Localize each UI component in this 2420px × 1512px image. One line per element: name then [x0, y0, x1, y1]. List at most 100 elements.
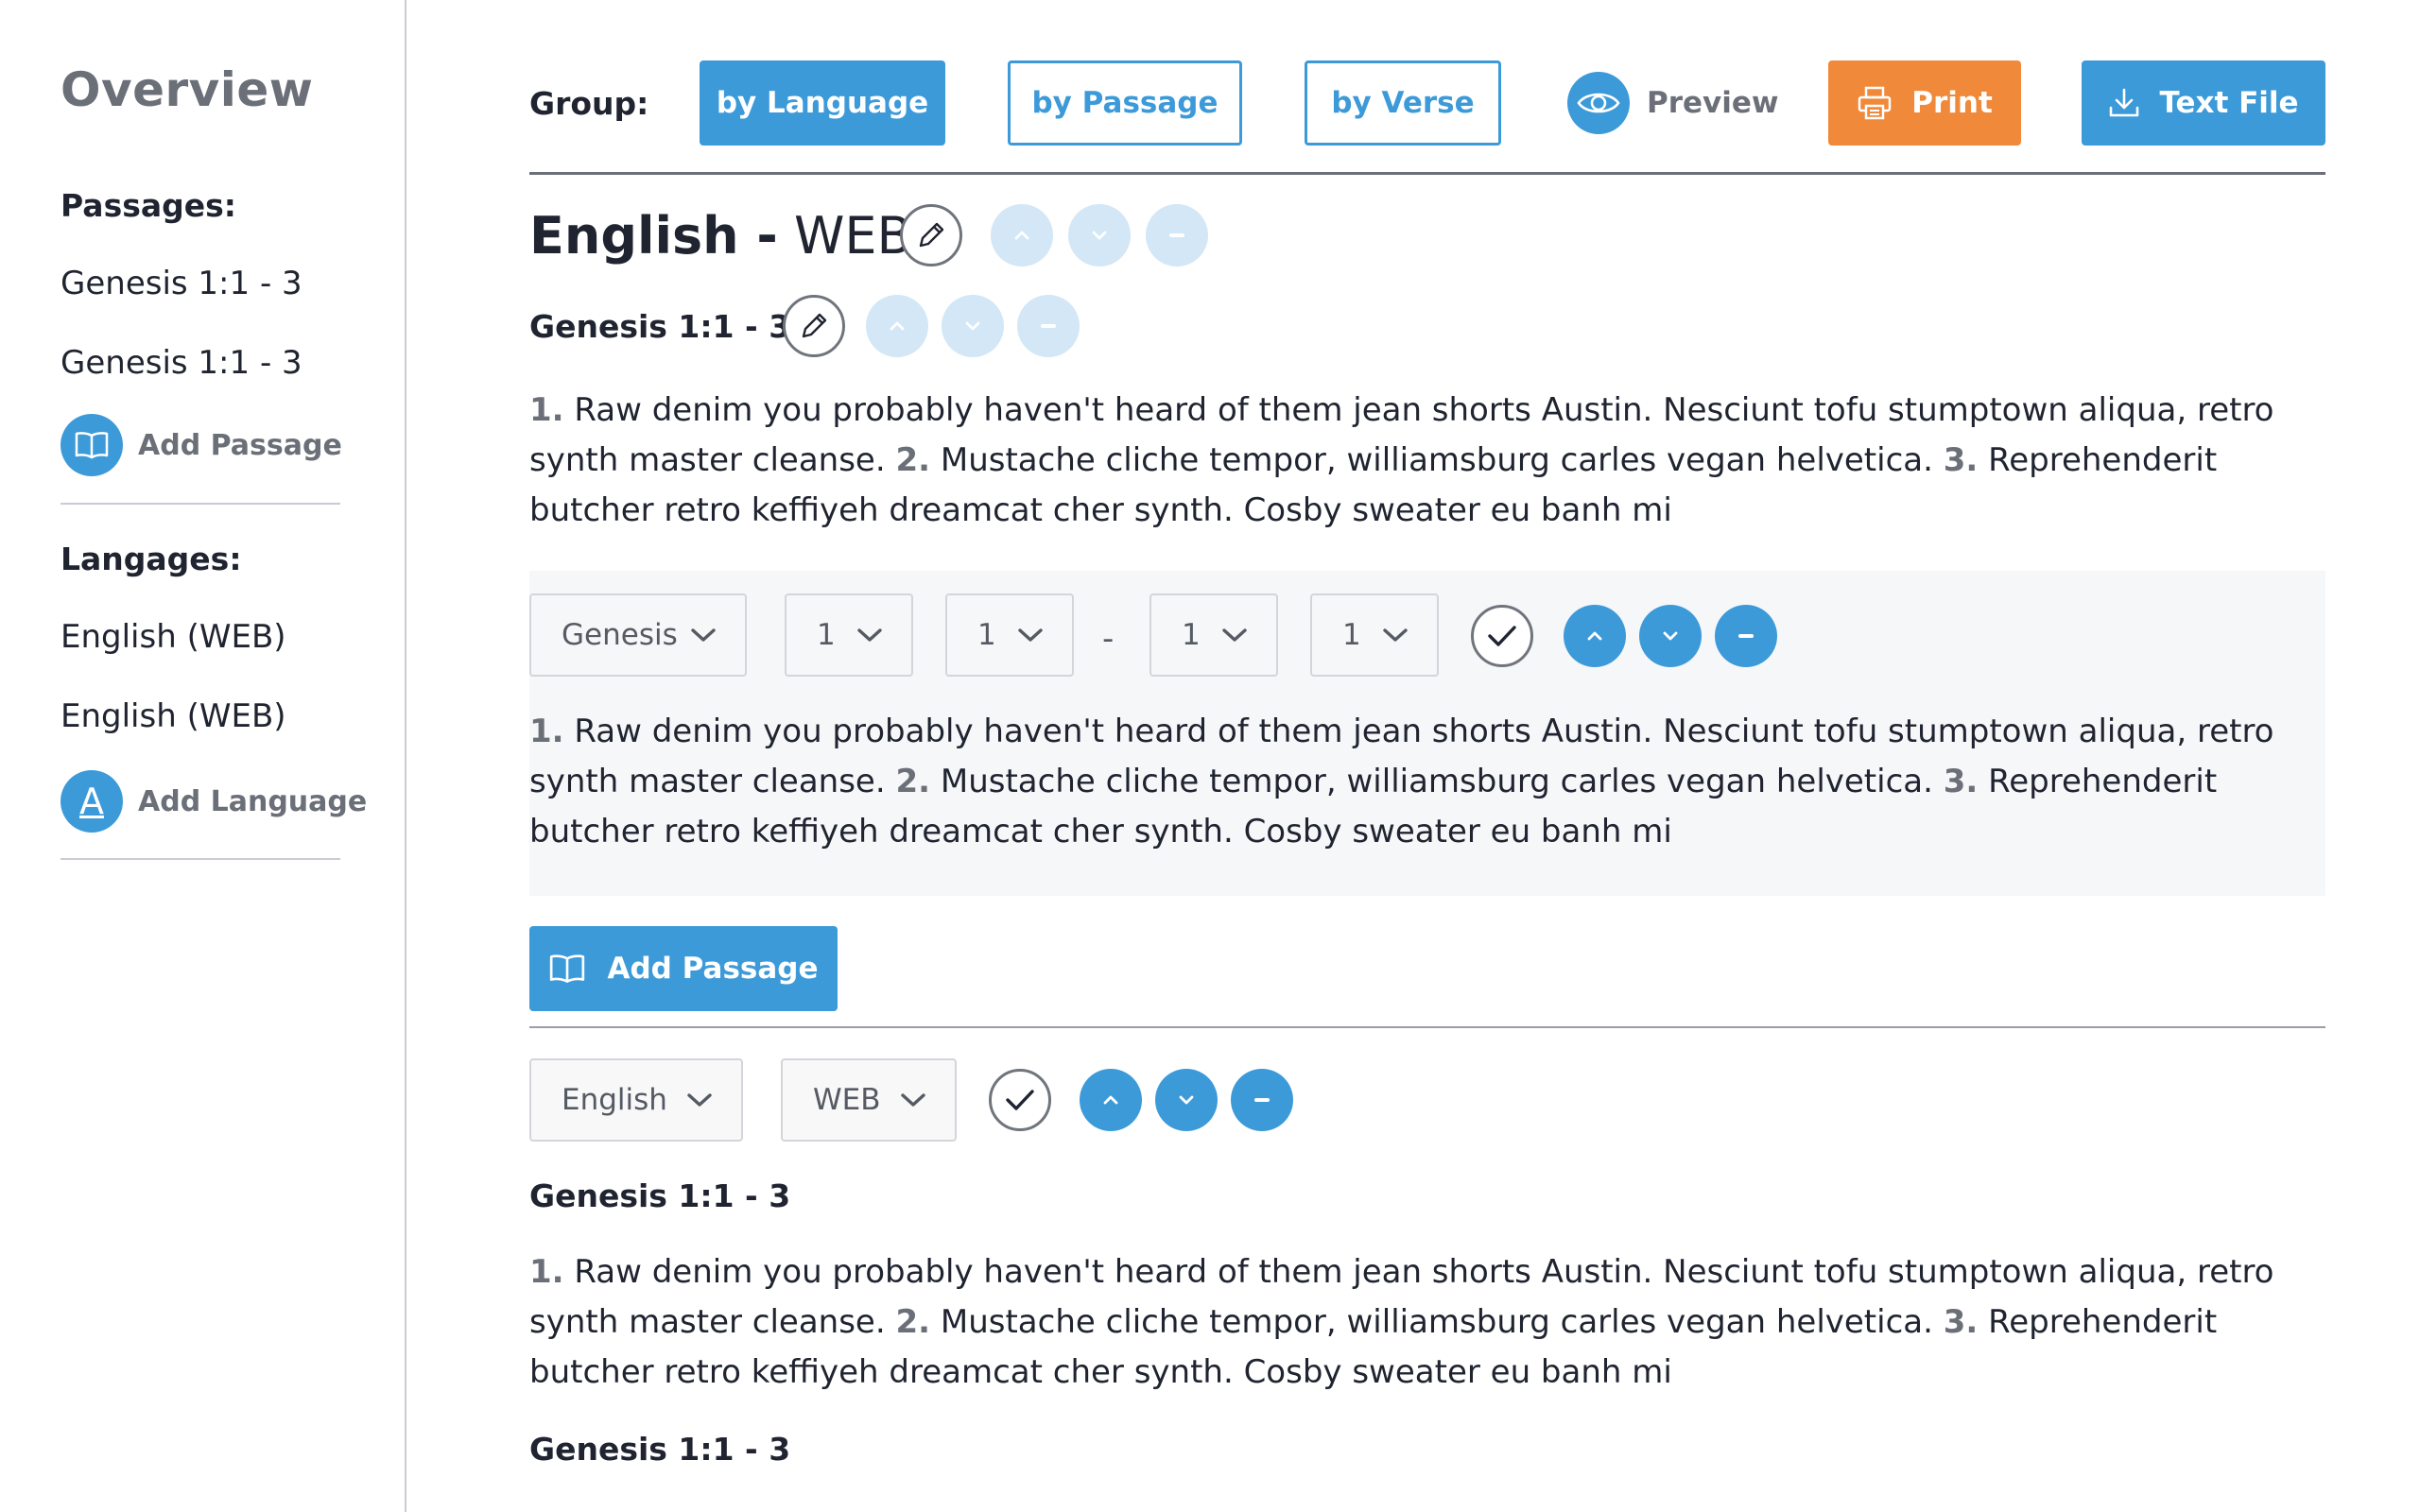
preview-button[interactable]: Preview [1567, 72, 1779, 134]
section-divider [529, 1026, 2325, 1028]
group-by-verse-button[interactable]: by Verse [1305, 60, 1501, 146]
sidebar-divider [60, 503, 340, 505]
sidebar-item-passage-2[interactable]: Genesis 1:1 - 3 [60, 344, 302, 382]
move-language-down-button[interactable] [1068, 204, 1131, 266]
group-label: Group: [529, 85, 649, 122]
group-by-passage-label: by Passage [1031, 86, 1219, 120]
chevron-down-icon [1222, 628, 1247, 642]
verse-number: 1. [529, 713, 564, 750]
passage-editor-text: 1. Raw denim you probably haven't heard … [529, 707, 2325, 857]
eye-icon [1567, 72, 1630, 134]
chevron-down-icon [691, 628, 716, 642]
sidebar-item-passage-1[interactable]: Genesis 1:1 - 3 [60, 265, 302, 302]
toolbar-divider [529, 172, 2325, 175]
group-by-passage-button[interactable]: by Passage [1008, 60, 1242, 146]
chapter-end-select[interactable]: 1 [1150, 593, 1278, 677]
passage-title: Genesis 1:1 - 3 [529, 1177, 791, 1214]
range-dash: - [1102, 620, 1115, 658]
chevron-up-icon [1587, 631, 1602, 641]
book-select-value: Genesis [562, 618, 678, 652]
verse-start-select[interactable]: 1 [945, 593, 1074, 677]
move-passage-up-button[interactable] [866, 295, 928, 357]
book-icon [60, 414, 123, 476]
passage-text: 1. Raw denim you probably haven't heard … [529, 386, 2325, 536]
passage-title: Genesis 1:1 - 3 [529, 1431, 791, 1468]
chevron-down-icon [857, 628, 882, 642]
passages-heading: Passages: [60, 187, 236, 224]
verse-number: 3. [1943, 763, 1979, 800]
text-file-button[interactable]: Text File [2082, 60, 2325, 146]
minus-icon [1169, 233, 1184, 237]
sidebar-add-language-button[interactable]: A Add Language [60, 770, 367, 833]
sidebar-title: Overview [60, 62, 314, 117]
group-by-verse-label: by Verse [1331, 86, 1475, 120]
remove-language-button[interactable] [1231, 1069, 1293, 1131]
printer-icon [1858, 86, 1892, 120]
chevron-down-icon [1663, 631, 1678, 641]
remove-language-button[interactable] [1146, 204, 1208, 266]
move-language-up-button[interactable] [1080, 1069, 1142, 1131]
chevron-down-icon [1018, 628, 1043, 642]
language-select-value: English [562, 1083, 667, 1117]
move-passage-down-button[interactable] [1639, 605, 1702, 667]
sidebar-item-language-2[interactable]: English (WEB) [60, 697, 286, 735]
confirm-passage-button[interactable] [1471, 605, 1533, 667]
chevron-up-icon [1014, 231, 1029, 240]
chevron-down-icon [687, 1093, 712, 1107]
move-passage-down-button[interactable] [942, 295, 1004, 357]
chapter-start-value: 1 [817, 618, 836, 652]
edit-passage-button[interactable] [783, 295, 845, 357]
sidebar-add-language-label: Add Language [138, 784, 368, 818]
add-passage-button[interactable]: Add Passage [529, 926, 838, 1011]
minus-icon [1254, 1098, 1270, 1102]
verse-number: 1. [529, 1253, 564, 1291]
passage-text: 1. Raw denim you probably haven't heard … [529, 1247, 2325, 1398]
chevron-down-icon [1179, 1095, 1194, 1105]
language-name: English - [529, 206, 778, 266]
remove-passage-button[interactable] [1017, 295, 1080, 357]
chevron-down-icon [1092, 231, 1107, 240]
language-letter-icon: A [60, 770, 123, 833]
chapter-start-select[interactable]: 1 [785, 593, 913, 677]
remove-passage-button[interactable] [1715, 605, 1777, 667]
verse-number: 1. [529, 391, 564, 429]
verse-end-select[interactable]: 1 [1310, 593, 1439, 677]
add-passage-label: Add Passage [607, 952, 819, 986]
print-label: Print [1911, 86, 1993, 120]
move-passage-up-button[interactable] [1564, 605, 1626, 667]
version-select[interactable]: WEB [781, 1058, 957, 1142]
verse-text: Mustache cliche tempor, williamsburg car… [940, 1303, 1933, 1341]
passage-title: Genesis 1:1 - 3 [529, 308, 791, 345]
pencil-icon [919, 222, 944, 248]
chevron-up-icon [890, 321, 905, 331]
verse-text: Mustache cliche tempor, williamsburg car… [940, 441, 1933, 479]
language-select[interactable]: English [529, 1058, 743, 1142]
verse-number: 3. [1943, 441, 1979, 479]
chapter-end-value: 1 [1182, 618, 1201, 652]
language-heading: English - WEB [529, 206, 912, 266]
confirm-language-button[interactable] [989, 1069, 1051, 1131]
group-by-language-button[interactable]: by Language [700, 60, 945, 146]
verse-number: 2. [895, 1303, 931, 1341]
print-button[interactable]: Print [1828, 60, 2021, 146]
pencil-icon [802, 313, 827, 338]
verse-number: 2. [895, 441, 931, 479]
edit-language-button[interactable] [900, 204, 962, 266]
version-select-value: WEB [813, 1083, 881, 1117]
sidebar: Overview Passages: Genesis 1:1 - 3 Genes… [0, 0, 406, 1512]
verse-text: Mustache cliche tempor, williamsburg car… [940, 763, 1933, 800]
sidebar-add-passage-label: Add Passage [138, 428, 342, 462]
chevron-down-icon [965, 321, 980, 331]
book-icon [550, 954, 585, 983]
chevron-down-icon [901, 1093, 925, 1107]
chevron-up-icon [1103, 1095, 1118, 1105]
move-language-down-button[interactable] [1155, 1069, 1218, 1131]
checkmark-icon [1488, 626, 1516, 646]
move-language-up-button[interactable] [991, 204, 1053, 266]
sidebar-add-passage-button[interactable]: Add Passage [60, 414, 342, 476]
minus-icon [1738, 634, 1754, 638]
book-select[interactable]: Genesis [529, 593, 747, 677]
sidebar-item-language-1[interactable]: English (WEB) [60, 618, 286, 656]
preview-label: Preview [1647, 86, 1779, 120]
verse-number: 2. [895, 763, 931, 800]
